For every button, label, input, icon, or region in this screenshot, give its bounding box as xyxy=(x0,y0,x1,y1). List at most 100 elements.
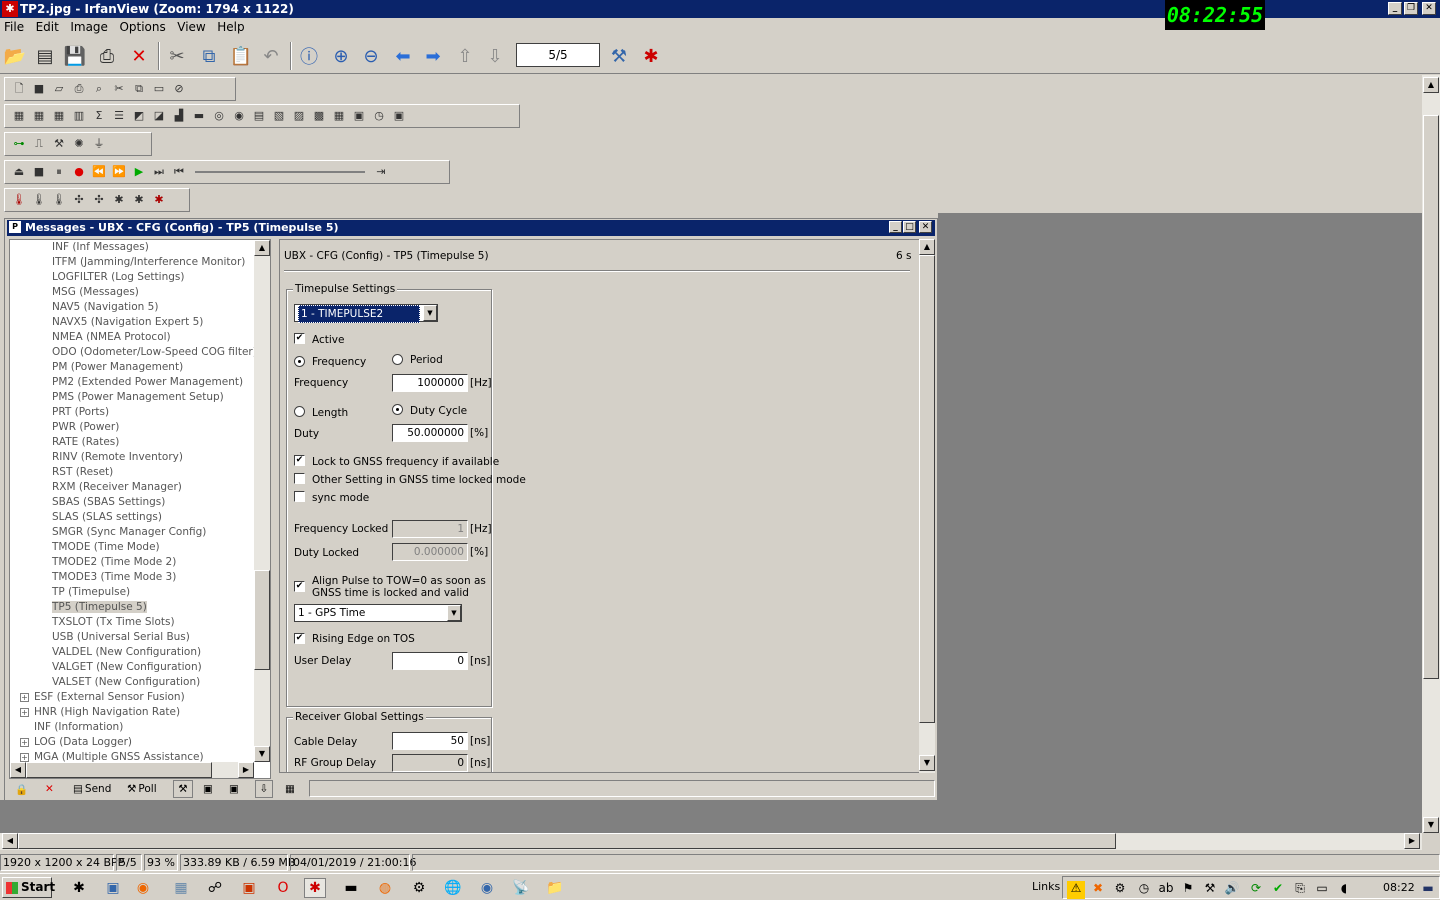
window-vscroll-thumb[interactable] xyxy=(1423,115,1439,679)
delete-icon[interactable]: ✕ xyxy=(126,43,152,69)
menu-file[interactable]: File xyxy=(0,18,28,36)
menu-edit[interactable]: Edit xyxy=(32,18,63,36)
paste-icon[interactable]: ▭ xyxy=(151,81,167,97)
save-icon[interactable]: ■ xyxy=(31,81,47,97)
open-icon[interactable]: 📂 xyxy=(2,43,28,69)
map-icon[interactable]: ▣ xyxy=(351,108,367,124)
chevron-down-icon[interactable]: ▼ xyxy=(447,605,461,621)
tools-icon[interactable]: ⚒ xyxy=(51,136,67,152)
irfanview-app-icon[interactable]: ✱ xyxy=(2,1,18,17)
satellite-3-icon[interactable]: ✱ xyxy=(151,192,167,208)
frequency-radio[interactable] xyxy=(294,356,305,367)
debug-icon[interactable]: ✺ xyxy=(71,136,87,152)
taskbar-app-9-icon[interactable]: ▬ xyxy=(340,878,362,898)
duty-cycle-radio[interactable] xyxy=(392,404,403,415)
tree-scroll-left[interactable]: ◀ xyxy=(10,762,26,778)
tray-desktop-icon[interactable]: ▬ xyxy=(1419,881,1437,899)
first-page-icon[interactable]: ⇧ xyxy=(452,43,478,69)
open-icon[interactable]: ▱ xyxy=(51,81,67,97)
zoom-out-icon[interactable]: ⊖ xyxy=(358,43,384,69)
histogram-icon[interactable]: ▟ xyxy=(171,108,187,124)
taskbar-app-2-icon[interactable]: ▣ xyxy=(102,878,124,898)
period-radio[interactable] xyxy=(392,354,403,365)
panel-scroll-down[interactable]: ▼ xyxy=(919,755,935,771)
connect-icon[interactable]: ⊶ xyxy=(11,136,27,152)
firefox-icon[interactable]: ◉ xyxy=(132,878,154,898)
step-back-icon[interactable]: ⏪ xyxy=(91,164,107,180)
clear-icon[interactable]: ✕ xyxy=(45,780,54,798)
tray-sound-icon[interactable]: ◖ xyxy=(1335,881,1353,899)
tree-scroll-down[interactable]: ▼ xyxy=(254,746,270,762)
send-button[interactable]: ▤ Send xyxy=(73,780,111,798)
tree-scroll-thumb[interactable] xyxy=(254,570,270,670)
paste-icon[interactable]: 📋 xyxy=(228,43,254,69)
cut-icon[interactable]: ✂ xyxy=(111,81,127,97)
tree-scroll-right[interactable]: ▶ xyxy=(238,762,254,778)
window-scroll-left[interactable]: ◀ xyxy=(2,833,18,849)
tray-app-icon[interactable]: ✖ xyxy=(1089,881,1107,899)
cable-delay-input[interactable]: 50 xyxy=(392,732,468,750)
taskbar-clock[interactable]: 08:22 xyxy=(1383,881,1415,894)
tools-icon[interactable]: ⚒ xyxy=(173,780,193,798)
tree-horizontal-scrollbar[interactable]: ◀ ▶ xyxy=(10,762,254,778)
window-vertical-scrollbar[interactable]: ▲ ▼ xyxy=(1422,75,1440,833)
print-icon[interactable]: ⎙ xyxy=(94,43,120,69)
new-icon[interactable]: 🗋 xyxy=(11,81,27,97)
tray-clock-icon[interactable]: ◷ xyxy=(1135,881,1153,899)
satellite-icon[interactable]: 📡 xyxy=(510,878,532,898)
sum-icon[interactable]: Σ xyxy=(91,108,107,124)
tree-hscroll-thumb[interactable] xyxy=(26,762,212,778)
tray-spell-icon[interactable]: ab xyxy=(1157,881,1175,899)
irfanview-taskbar-icon[interactable]: ✱ xyxy=(304,878,326,898)
spectrum-icon[interactable]: ▦ xyxy=(331,108,347,124)
copy-icon[interactable]: ⧉ xyxy=(196,43,222,69)
satellite-1-icon[interactable]: ✱ xyxy=(111,192,127,208)
receiver-icon[interactable]: ⏚ xyxy=(91,136,107,152)
taskbar-app-6-icon[interactable]: ▣ xyxy=(238,878,260,898)
chevron-down-icon[interactable]: ▼ xyxy=(423,305,437,321)
settings-icon[interactable]: ⚒ xyxy=(606,43,632,69)
console-icon[interactable]: ▬ xyxy=(191,108,207,124)
end-icon[interactable]: ⇥ xyxy=(373,164,389,180)
align-pulse-checkbox[interactable]: ✔ xyxy=(294,581,305,592)
msg-minimize-button[interactable]: _ xyxy=(889,221,902,233)
deviation-icon[interactable]: ▨ xyxy=(291,108,307,124)
menu-options[interactable]: Options xyxy=(115,18,169,36)
table-icon[interactable]: ▥ xyxy=(71,108,87,124)
user-delay-input[interactable]: 0 xyxy=(392,652,468,670)
tray-check-icon[interactable]: ✔ xyxy=(1269,881,1287,899)
rewind-icon[interactable]: ⏮ xyxy=(171,164,187,180)
length-radio[interactable] xyxy=(294,406,305,417)
stop-icon[interactable]: ⊘ xyxy=(171,81,187,97)
tray-display-icon[interactable]: ▭ xyxy=(1313,881,1331,899)
frequency-input[interactable]: 1000000 xyxy=(392,374,468,392)
poll-button[interactable]: ⚒ Poll xyxy=(127,780,157,798)
stop-play-icon[interactable]: ■ xyxy=(31,164,47,180)
duty-input[interactable]: 50.000000 xyxy=(392,424,468,442)
chart-icon[interactable]: ◩ xyxy=(131,108,147,124)
msg-maximize-button[interactable]: □ xyxy=(903,221,916,233)
expand-icon[interactable]: + xyxy=(20,693,29,702)
fast-forward-icon[interactable]: ⏭ xyxy=(151,164,167,180)
menu-image[interactable]: Image xyxy=(66,18,112,36)
menu-view[interactable]: View xyxy=(173,18,209,36)
window-scroll-down[interactable]: ▼ xyxy=(1423,817,1439,833)
window-scroll-right[interactable]: ▶ xyxy=(1404,833,1420,849)
window-scroll-up[interactable]: ▲ xyxy=(1423,77,1439,93)
sky-view-icon[interactable]: ◎ xyxy=(211,108,227,124)
copy-icon[interactable]: ⧉ xyxy=(131,81,147,97)
opera-icon[interactable]: O xyxy=(272,878,294,898)
tray-update-icon[interactable]: ⟳ xyxy=(1247,881,1265,899)
msg-close-button[interactable]: ✕ xyxy=(919,221,932,233)
panel-scroll-thumb[interactable] xyxy=(919,255,935,723)
taskbar-app-11-icon[interactable]: ⚙ xyxy=(408,878,430,898)
menu-help[interactable]: Help xyxy=(213,18,248,36)
graph-icon[interactable]: ◪ xyxy=(151,108,167,124)
info-icon[interactable]: ⓘ xyxy=(296,43,322,69)
grid-icon[interactable]: ▣ xyxy=(391,108,407,124)
gnss-config-1-icon[interactable]: ✣ xyxy=(71,192,87,208)
step-forward-icon[interactable]: ⏩ xyxy=(111,164,127,180)
compass-icon[interactable]: ◉ xyxy=(231,108,247,124)
lock-gnss-checkbox[interactable]: ✔ xyxy=(294,455,305,466)
cut-icon[interactable]: ✂ xyxy=(164,43,190,69)
